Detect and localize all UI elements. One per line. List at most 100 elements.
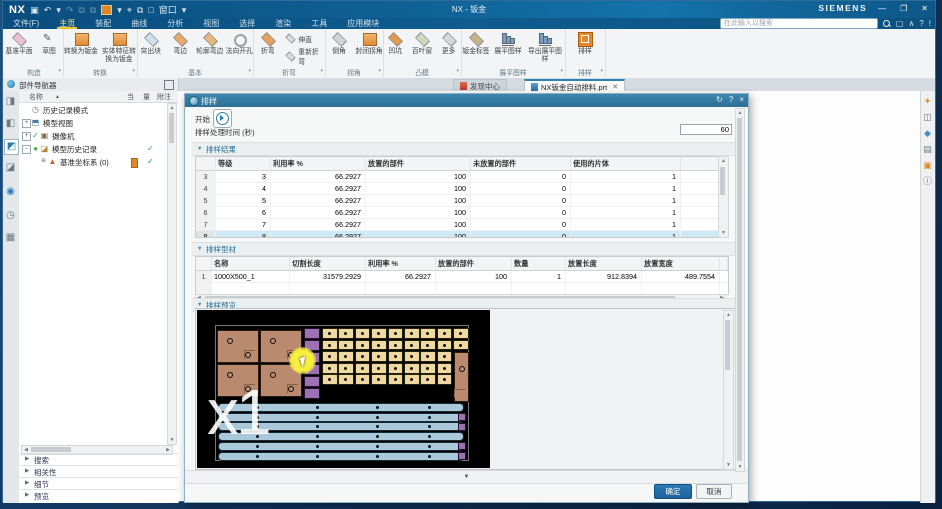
ribbon-button-折弯[interactable]: 折弯 — [253, 31, 283, 66]
group-dropdown-icon[interactable]: ▾ — [378, 68, 381, 74]
dialog-title-bar[interactable]: 排样 ↻ ? × — [185, 94, 748, 107]
ribbon-button-百叶窗[interactable]: 百叶窗 — [410, 31, 435, 56]
sparkle-brush-icon[interactable]: ✦ — [922, 95, 933, 107]
group-dropdown-icon[interactable]: ▾ — [456, 68, 459, 74]
table-cell[interactable] — [642, 283, 720, 294]
tree-row-cameras[interactable]: + ✓ ▣ 摄像机 — [19, 129, 178, 142]
search-icon[interactable] — [883, 20, 891, 28]
table-cell[interactable]: 100 — [366, 183, 471, 194]
ribbon-button-基准平面[interactable]: 基准平面 — [5, 31, 33, 56]
close-button[interactable]: ✕ — [918, 4, 931, 13]
col-name[interactable]: 名称 — [29, 92, 43, 102]
table-cell[interactable]: 0 — [471, 195, 571, 206]
group-dropdown-icon[interactable]: ▾ — [320, 68, 323, 74]
table-cell[interactable]: 利用率 % — [366, 257, 436, 270]
ribbon-button-弯边[interactable]: 弯边 — [167, 31, 195, 56]
table-cell[interactable]: 1 — [571, 171, 681, 182]
constraint-navigator-icon[interactable]: ◧ — [4, 117, 17, 131]
table-cell[interactable] — [512, 283, 566, 294]
tree-row-model-history[interactable]: − ● ◪ 模型历史记录 ✓ — [19, 142, 178, 155]
table-cell[interactable]: 4 — [216, 183, 271, 194]
expand-icon[interactable]: + — [22, 119, 31, 128]
ribbon-button-封闭拐角[interactable]: 封闭拐角 — [355, 31, 383, 56]
group-dropdown-icon[interactable]: ▾ — [248, 68, 251, 74]
table-cell[interactable]: 66.2927 — [271, 195, 366, 206]
menu-curve[interactable]: 曲线 — [121, 18, 157, 29]
ribbon-button-排样[interactable]: 排样 — [570, 31, 600, 56]
menu-file[interactable]: 文件(F) — [3, 18, 49, 29]
table-cell[interactable] — [366, 283, 436, 294]
table-cell[interactable] — [436, 283, 512, 294]
table-cell[interactable]: 放置的部件 — [436, 257, 512, 270]
table-cell[interactable]: 100 — [366, 195, 471, 206]
table-cell[interactable]: 66.2927 — [271, 207, 366, 218]
col-c2[interactable]: 量 — [143, 92, 150, 102]
web-browser-icon[interactable]: ◉ — [4, 185, 17, 199]
start-nesting-button[interactable] — [213, 109, 232, 128]
table-cell[interactable]: 66.2927 — [271, 171, 366, 182]
table-cell[interactable]: 66.2927 — [366, 271, 436, 282]
ribbon-button-更多[interactable]: 更多 — [436, 31, 461, 56]
table-cell[interactable]: 使用的片体 — [571, 157, 681, 170]
table-cell[interactable]: 100 — [366, 231, 471, 238]
table-cell[interactable]: 1 — [512, 271, 566, 282]
info-icon[interactable]: ⓘ — [922, 175, 933, 187]
tree-row-model-views[interactable]: + ⬒ 模型视图 — [19, 116, 178, 129]
surface-icon[interactable]: ◆ — [922, 127, 933, 139]
table-cell[interactable]: 1000X500_1 — [212, 271, 290, 282]
history-icon[interactable]: ◷ — [4, 209, 17, 223]
table-cell[interactable]: 1 — [571, 183, 681, 194]
table-cell[interactable]: 1 — [196, 271, 212, 282]
ribbon-button-草图[interactable]: ✎草图 — [35, 31, 63, 56]
command-search-input[interactable] — [720, 18, 878, 29]
table-cell[interactable]: 66.2927 — [271, 219, 366, 230]
table-cell[interactable]: 489.7554 — [642, 271, 720, 282]
table-cell[interactable]: 6 — [196, 207, 216, 218]
group-dropdown-icon[interactable]: ▾ — [600, 68, 603, 74]
preview-canvas[interactable]: x1 — [197, 310, 490, 468]
cancel-button[interactable]: 取消 — [696, 484, 732, 499]
ribbon-button-法向开孔[interactable]: 法向开孔 — [226, 31, 254, 56]
table-row[interactable]: 8866.292710001 — [196, 231, 728, 238]
dialog-close-icon[interactable]: × — [739, 95, 744, 104]
group-dropdown-icon[interactable]: ▾ — [132, 68, 135, 74]
tree-row-history-mode[interactable]: ◷ 历史记录模式 — [19, 103, 178, 116]
stock-section-header[interactable]: ▼ 排样型材 — [192, 242, 738, 256]
table-cell[interactable]: 66.2927 — [271, 183, 366, 194]
collapse-icon[interactable]: − — [22, 145, 31, 154]
table-cell[interactable]: 4 — [196, 183, 216, 194]
reuse-library-icon[interactable]: ◪ — [4, 161, 17, 175]
table-cell[interactable]: 切割长度 — [290, 257, 366, 270]
preview-vscrollbar[interactable]: ▲▼ — [723, 310, 734, 470]
table-cell[interactable]: 3 — [196, 171, 216, 182]
table-cell[interactable]: 放置宽度 — [642, 257, 720, 270]
ribbon-button-伸直[interactable]: 伸直 — [285, 33, 326, 44]
alert-icon[interactable]: ! — [929, 18, 931, 29]
table-cell[interactable]: 0 — [471, 231, 571, 238]
table-cell[interactable]: 1 — [571, 207, 681, 218]
table-cell[interactable]: 100 — [366, 219, 471, 230]
navigator-pin-icon[interactable] — [164, 80, 174, 90]
results-section-header[interactable]: ▼ 排样结果 — [192, 142, 738, 156]
export-flat-pattern-icon[interactable]: ◫ — [922, 111, 933, 123]
table-row[interactable]: 6666.292710001 — [196, 207, 728, 219]
table-cell[interactable]: 100 — [366, 171, 471, 182]
menu-application[interactable]: 应用模块 — [337, 18, 389, 29]
navigator-vscrollbar[interactable]: ▲▼ — [167, 103, 177, 445]
group-dropdown-icon[interactable]: ▾ — [58, 68, 61, 74]
section-preview[interactable]: ▶ 预览 — [19, 489, 178, 501]
dialog-vscrollbar[interactable]: ▲▼ — [735, 108, 745, 472]
ribbon-button-转换为钣金[interactable]: 转换为钣金 — [63, 31, 99, 63]
table-cell[interactable]: 1 — [571, 195, 681, 206]
menu-tools[interactable]: 工具 — [301, 18, 337, 29]
help-icon[interactable]: ? — [919, 18, 923, 29]
table-cell[interactable]: 0 — [471, 183, 571, 194]
table-cell[interactable] — [290, 283, 366, 294]
table-cell[interactable]: 912.8394 — [566, 271, 642, 282]
ribbon-button-凹坑[interactable]: 凹坑 — [383, 31, 408, 56]
table-cell[interactable]: 66.2927 — [271, 231, 366, 238]
ribbon-button-轮廓弯边[interactable]: 轮廓弯边 — [196, 31, 224, 56]
table-row[interactable]: 3366.292710001 — [196, 171, 728, 183]
ribbon-button-倒角[interactable]: 倒角 — [325, 31, 353, 56]
table-row[interactable]: 4466.292710001 — [196, 183, 728, 195]
